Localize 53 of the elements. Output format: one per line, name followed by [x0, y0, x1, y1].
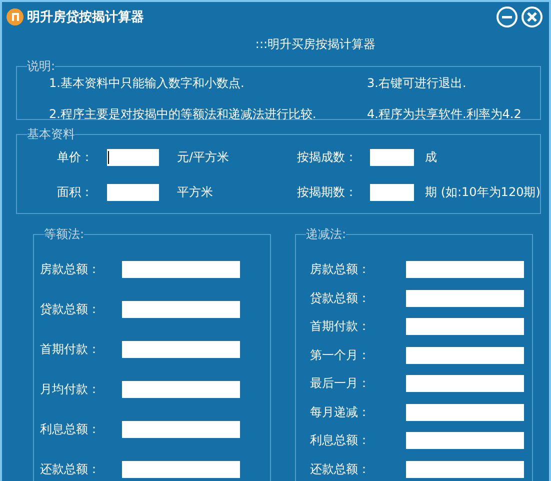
output-field[interactable] [122, 261, 240, 278]
group-label: 等额法: [44, 226, 84, 243]
output-field[interactable] [406, 432, 524, 449]
field-label: 月均付款： [39, 381, 101, 398]
instruction-text: 3.右键可进行退出. [367, 75, 468, 92]
app-logo-icon [6, 8, 24, 26]
field-label: 按揭成数： [297, 149, 358, 166]
unit-label: 元/平方米 [177, 149, 230, 166]
unit-label: 平方米 [177, 184, 213, 201]
input-field[interactable] [107, 149, 159, 166]
output-field[interactable] [122, 341, 240, 358]
output-field[interactable] [406, 290, 524, 306]
field-label: 还款总额： [309, 460, 371, 478]
field-label: 还款总额： [39, 461, 101, 478]
unit-label: 成 [425, 149, 437, 166]
output-field[interactable] [406, 346, 524, 364]
output-field[interactable] [122, 421, 240, 438]
instruction-text: 2.程序主要是对按揭中的等额法和递减法进行比较. [49, 106, 318, 123]
output-field[interactable] [406, 404, 524, 420]
field-label: 贷款总额： [39, 301, 101, 318]
field-label: 首期付款： [39, 341, 101, 358]
field-label: 利息总额： [39, 421, 101, 438]
field-label: 面积： [57, 184, 94, 201]
output-field[interactable] [122, 381, 240, 398]
group-label: 基本资料 [27, 126, 75, 143]
minimize-button[interactable] [496, 6, 518, 28]
app-heading: :::明升买房按揭计算器 [254, 36, 377, 53]
output-field[interactable] [406, 460, 524, 478]
field-label: 利息总额： [309, 432, 371, 449]
field-label: 按揭期数： [297, 184, 358, 201]
input-field[interactable] [370, 184, 414, 201]
field-label: 首期付款： [309, 318, 371, 335]
instruction-text: 4.程序为共享软件.利率为4.2 [367, 106, 522, 123]
field-label: 房款总额： [309, 261, 371, 278]
output-field[interactable] [122, 461, 240, 478]
input-field[interactable] [107, 184, 159, 201]
field-label: 单价： [57, 149, 94, 166]
close-button[interactable] [521, 6, 543, 28]
output-field[interactable] [406, 318, 524, 335]
field-label: 第一个月： [309, 346, 371, 364]
instruction-text: 1.基本资料中只能输入数字和小数点. [49, 75, 246, 92]
output-field[interactable] [406, 375, 524, 392]
field-label: 房款总额： [39, 261, 101, 278]
field-label: 贷款总额： [309, 290, 371, 306]
field-label: 每月递减： [309, 404, 371, 420]
field-label: 最后一月： [309, 375, 371, 392]
output-field[interactable] [406, 261, 524, 278]
output-field[interactable] [122, 301, 240, 318]
window-title: 明升房贷按揭计算器 [27, 8, 144, 26]
input-field[interactable] [370, 149, 414, 166]
unit-label: 期 (如:10年为120期) [425, 184, 540, 201]
group-label: 递减法: [306, 226, 346, 243]
group-label: 说明: [27, 58, 56, 75]
